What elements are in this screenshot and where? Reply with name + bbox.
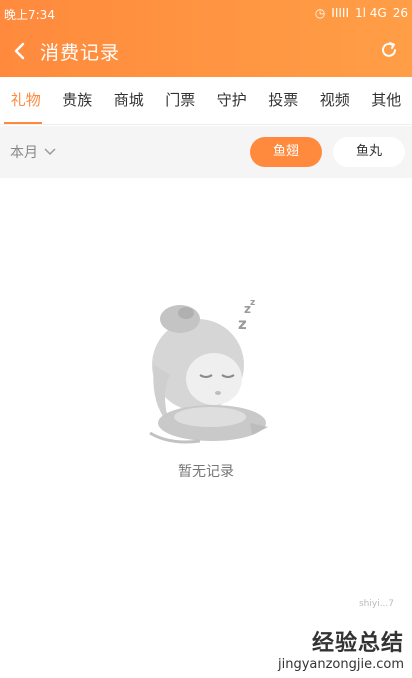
status-indicators: ◷ IIIII 1l 4G 26 <box>315 6 408 20</box>
watermark: shiyi...7 经验总结 jingyanzongjie.com <box>277 599 404 672</box>
empty-state: z z z 暂无记录 <box>0 295 412 495</box>
tab-vote[interactable]: 投票 <box>258 77 310 124</box>
currency-yuwan-button[interactable]: 鱼丸 <box>333 137 405 167</box>
status-time: 晚上7:34 <box>4 8 55 22</box>
empty-state-text: 暂无记录 <box>178 464 234 480</box>
svg-text:z: z <box>238 315 247 333</box>
tab-video[interactable]: 视频 <box>309 77 361 124</box>
filter-bar: 本月 鱼翅 鱼丸 <box>0 126 412 178</box>
tab-guard[interactable]: 守护 <box>206 77 258 124</box>
tab-mall[interactable]: 商城 <box>103 77 155 124</box>
alarm-icon: ◷ <box>314 6 326 20</box>
tab-other[interactable]: 其他 <box>361 77 412 124</box>
watermark-url: jingyanzongjie.com <box>277 657 404 672</box>
refresh-icon <box>382 42 396 57</box>
month-label: 本月 <box>10 145 38 161</box>
category-tabs: 礼物 贵族 商城 门票 守护 投票 视频 其他 <box>0 77 412 125</box>
battery-level: 26 <box>392 6 408 20</box>
sleeping-character-illustration: z z z <box>149 298 268 444</box>
chevron-down-icon <box>44 148 56 156</box>
svg-text:z: z <box>250 298 255 308</box>
watermark-cn: 经验总结 <box>311 631 404 656</box>
currency-yuchi-button[interactable]: 鱼翅 <box>250 137 322 167</box>
month-selector[interactable]: 本月 <box>10 142 56 162</box>
watermark-small: shiyi...7 <box>358 599 394 609</box>
tab-ticket[interactable]: 门票 <box>155 77 207 124</box>
status-bar: 晚上7:34 ◷ IIIII 1l 4G 26 <box>0 0 412 26</box>
app-header: 晚上7:34 ◷ IIIII 1l 4G 26 消费记录 <box>0 0 412 77</box>
chevron-left-icon <box>14 42 25 60</box>
signal-icon: IIIII <box>331 6 349 20</box>
tab-gift[interactable]: 礼物 <box>0 77 52 124</box>
page-title: 消费记录 <box>40 42 121 64</box>
tab-noble[interactable]: 贵族 <box>52 77 104 124</box>
nav-bar: 消费记录 <box>0 28 412 74</box>
refresh-button[interactable] <box>378 39 400 61</box>
back-button[interactable] <box>8 37 32 65</box>
network-label: 1l 4G <box>355 6 387 20</box>
